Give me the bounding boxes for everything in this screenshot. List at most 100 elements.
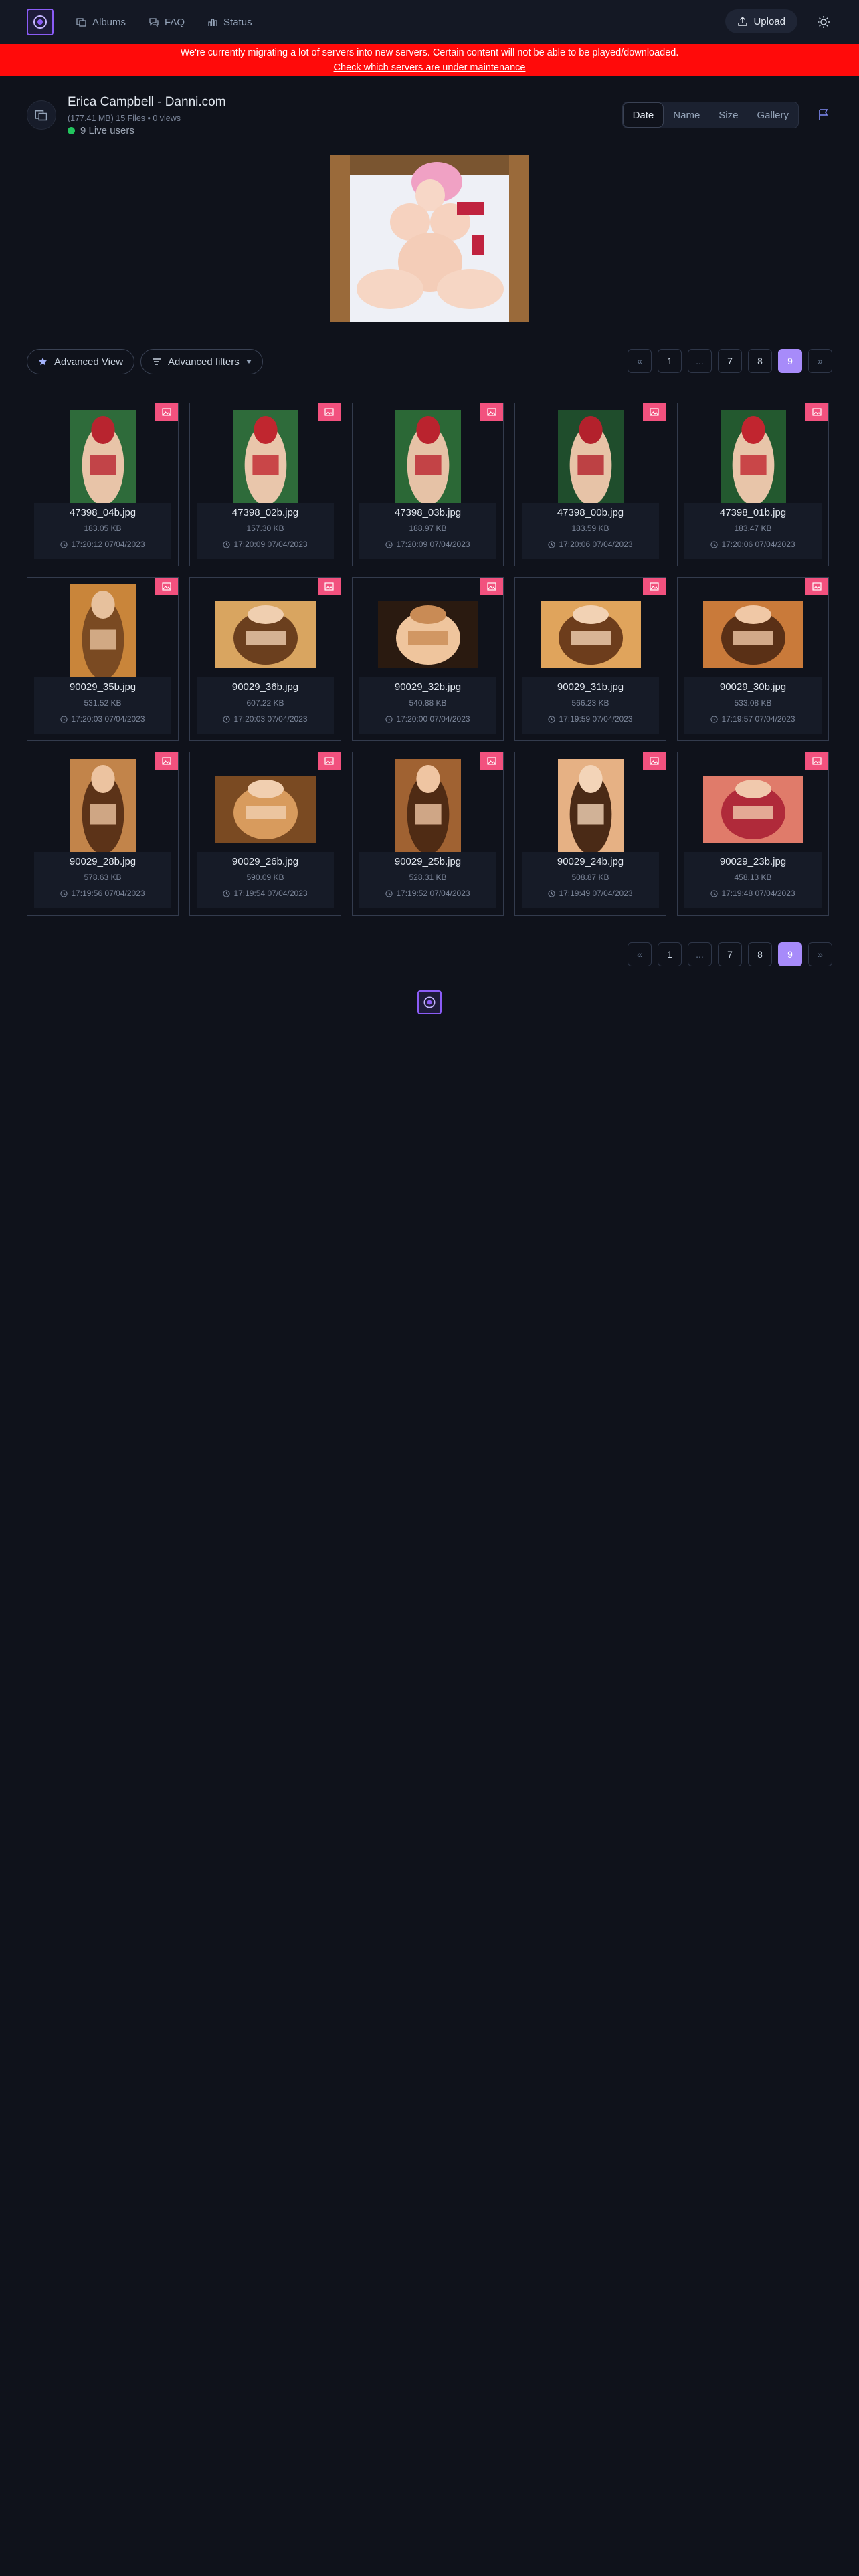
file-info: 90029_24b.jpg 508.87 KB 17:19:49 07/04/2…: [522, 852, 659, 908]
image-type-badge: [480, 752, 503, 770]
page-7-button[interactable]: 7: [718, 349, 742, 373]
thumbnail-image: [395, 759, 461, 859]
file-name[interactable]: 90029_36b.jpg: [197, 681, 334, 693]
file-date-label: 17:20:06 07/04/2023: [721, 540, 795, 549]
nav-albums[interactable]: Albums: [76, 17, 126, 28]
file-name[interactable]: 90029_35b.jpg: [34, 681, 171, 693]
file-name[interactable]: 90029_28b.jpg: [34, 856, 171, 867]
advanced-view-button[interactable]: Advanced View: [27, 349, 135, 374]
file-thumbnail[interactable]: [557, 759, 624, 859]
file-name[interactable]: 47398_00b.jpg: [522, 507, 659, 518]
file-thumbnail[interactable]: [557, 410, 624, 510]
file-name[interactable]: 47398_02b.jpg: [197, 507, 334, 518]
footer-logo[interactable]: [417, 990, 442, 1014]
clock-icon: [710, 540, 719, 548]
file-date: 17:19:49 07/04/2023: [522, 889, 659, 898]
file-name[interactable]: 90029_30b.jpg: [684, 681, 822, 693]
file-thumbnail[interactable]: [70, 410, 136, 510]
file-card[interactable]: 90029_31b.jpg 566.23 KB 17:19:59 07/04/2…: [514, 577, 666, 741]
logo-icon: [33, 15, 47, 29]
file-card[interactable]: 90029_30b.jpg 533.08 KB 17:19:57 07/04/2…: [677, 577, 829, 741]
caret-down-icon: [246, 360, 252, 364]
album-header: Erica Campbell - Danni.com (177.41 MB) 1…: [0, 76, 859, 136]
page-9-button[interactable]: 9: [778, 942, 802, 966]
nav-status-label: Status: [223, 16, 252, 28]
nav-faq[interactable]: FAQ: [149, 17, 185, 28]
album-cover-image[interactable]: [330, 155, 529, 322]
file-card[interactable]: 47398_02b.jpg 157.30 KB 17:20:09 07/04/2…: [189, 403, 341, 566]
file-name[interactable]: 47398_04b.jpg: [34, 507, 171, 518]
report-button[interactable]: [815, 106, 832, 123]
file-thumbnail[interactable]: [70, 584, 136, 685]
page-next-button[interactable]: »: [808, 349, 832, 373]
upload-button[interactable]: Upload: [725, 9, 797, 33]
file-card[interactable]: 90029_26b.jpg 590.09 KB 17:19:54 07/04/2…: [189, 752, 341, 916]
file-thumbnail[interactable]: [377, 601, 478, 668]
page-9-button[interactable]: 9: [778, 349, 802, 373]
file-name[interactable]: 90029_26b.jpg: [197, 856, 334, 867]
file-card[interactable]: 47398_03b.jpg 188.97 KB 17:20:09 07/04/2…: [352, 403, 504, 566]
file-thumbnail[interactable]: [232, 410, 298, 510]
file-date: 17:19:57 07/04/2023: [684, 714, 822, 724]
file-card[interactable]: 47398_00b.jpg 183.59 KB 17:20:06 07/04/2…: [514, 403, 666, 566]
file-name[interactable]: 90029_32b.jpg: [359, 681, 496, 693]
file-size: 566.23 KB: [571, 698, 609, 708]
file-thumbnail[interactable]: [720, 410, 786, 510]
file-date-label: 17:20:09 07/04/2023: [233, 540, 308, 549]
page-8-button[interactable]: 8: [748, 942, 772, 966]
albums-icon: [76, 18, 86, 27]
file-date: 17:20:06 07/04/2023: [522, 540, 659, 549]
file-thumbnail[interactable]: [702, 601, 803, 668]
file-date-label: 17:20:12 07/04/2023: [71, 540, 145, 549]
file-card[interactable]: 90029_35b.jpg 531.52 KB 17:20:03 07/04/2…: [27, 577, 179, 741]
file-thumbnail[interactable]: [215, 776, 316, 843]
page-7-button[interactable]: 7: [718, 942, 742, 966]
file-date: 17:19:56 07/04/2023: [34, 889, 171, 898]
file-card[interactable]: 90029_23b.jpg 458.13 KB 17:19:48 07/04/2…: [677, 752, 829, 916]
file-name[interactable]: 90029_23b.jpg: [684, 856, 822, 867]
page-prev-button[interactable]: «: [628, 942, 652, 966]
file-thumbnail[interactable]: [395, 759, 461, 859]
sort-size-button[interactable]: Size: [709, 102, 747, 128]
file-card[interactable]: 47398_01b.jpg 183.47 KB 17:20:06 07/04/2…: [677, 403, 829, 566]
file-thumbnail[interactable]: [70, 759, 136, 859]
theme-toggle[interactable]: [815, 13, 832, 31]
file-size: 531.52 KB: [84, 698, 122, 708]
file-card[interactable]: 90029_25b.jpg 528.31 KB 17:19:52 07/04/2…: [352, 752, 504, 916]
image-type-badge: [318, 752, 341, 770]
sort-date-button[interactable]: Date: [622, 102, 664, 128]
file-name[interactable]: 47398_03b.jpg: [359, 507, 496, 518]
maintenance-link[interactable]: Check which servers are under maintenanc…: [334, 62, 526, 73]
file-thumbnail[interactable]: [215, 601, 316, 668]
file-name[interactable]: 90029_31b.jpg: [522, 681, 659, 693]
live-dot-icon: [68, 127, 75, 134]
file-name[interactable]: 90029_24b.jpg: [522, 856, 659, 867]
file-thumbnail[interactable]: [540, 601, 641, 668]
site-logo[interactable]: [27, 9, 54, 35]
file-card[interactable]: 90029_36b.jpg 607.22 KB 17:20:03 07/04/2…: [189, 577, 341, 741]
file-card[interactable]: 90029_32b.jpg 540.88 KB 17:20:00 07/04/2…: [352, 577, 504, 741]
image-icon: [650, 408, 659, 416]
advanced-filters-button[interactable]: Advanced filters: [140, 349, 263, 374]
file-card[interactable]: 47398_04b.jpg 183.05 KB 17:20:12 07/04/2…: [27, 403, 179, 566]
sort-gallery-button[interactable]: Gallery: [747, 102, 798, 128]
page-prev-button[interactable]: «: [628, 349, 652, 373]
file-name[interactable]: 90029_25b.jpg: [359, 856, 496, 867]
nav-status[interactable]: Status: [207, 17, 252, 28]
file-thumbnail[interactable]: [395, 410, 461, 510]
file-name[interactable]: 47398_01b.jpg: [684, 507, 822, 518]
page-next-button[interactable]: »: [808, 942, 832, 966]
file-thumbnail[interactable]: [702, 776, 803, 843]
file-card[interactable]: 90029_28b.jpg 578.63 KB 17:19:56 07/04/2…: [27, 752, 179, 916]
sort-name-button[interactable]: Name: [664, 102, 709, 128]
file-date: 17:20:03 07/04/2023: [34, 714, 171, 724]
file-card[interactable]: 90029_24b.jpg 508.87 KB 17:19:49 07/04/2…: [514, 752, 666, 916]
file-size: 183.05 KB: [84, 524, 122, 533]
page-1-button[interactable]: 1: [658, 349, 682, 373]
page-1-button[interactable]: 1: [658, 942, 682, 966]
thumbnail-image: [702, 601, 803, 668]
image-icon: [324, 408, 334, 416]
image-icon: [812, 582, 822, 591]
page-8-button[interactable]: 8: [748, 349, 772, 373]
thumbnail-image: [557, 759, 624, 859]
